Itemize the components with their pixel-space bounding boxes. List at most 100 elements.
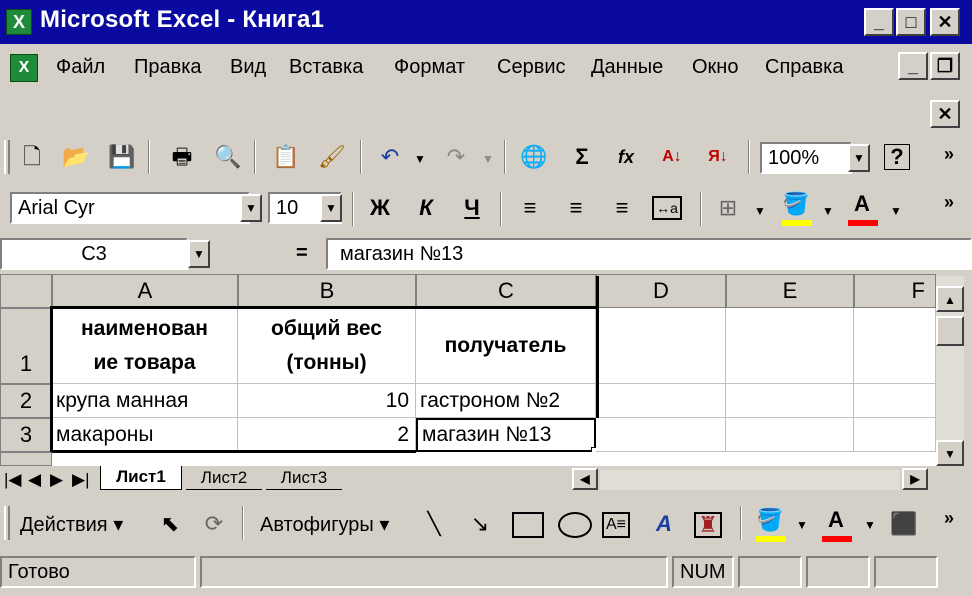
cell-d2[interactable] <box>596 384 726 418</box>
align-right-icon[interactable]: ≡ <box>606 192 638 224</box>
print-preview-icon[interactable]: 🔍 <box>212 141 244 173</box>
maximize-button[interactable]: □ <box>896 8 926 36</box>
column-header-c[interactable]: C <box>416 274 596 308</box>
cell-a3[interactable]: макароны <box>52 418 238 452</box>
document-icon[interactable]: X <box>10 54 38 82</box>
italic-button[interactable]: К <box>410 192 442 224</box>
doc-close-button[interactable]: ✕ <box>930 100 960 128</box>
borders-dropdown-icon[interactable]: ▼ <box>754 204 766 218</box>
h-scroll-left-button[interactable]: ◀ <box>572 468 598 490</box>
tab-scroll-prev-icon[interactable]: ◀ <box>28 470 41 490</box>
cell-b2[interactable]: 10 <box>238 384 416 418</box>
draw-fill-dropdown-icon[interactable]: ▼ <box>796 518 808 532</box>
scroll-down-button[interactable]: ▼ <box>936 440 964 466</box>
font-color-dropdown-icon[interactable]: ▼ <box>890 204 902 218</box>
tab-sheet2[interactable]: Лист2 <box>186 468 262 490</box>
close-button[interactable]: ✕ <box>930 8 960 36</box>
doc-restore-button[interactable]: ❐ <box>930 52 960 80</box>
oval-icon[interactable] <box>558 512 592 538</box>
menu-file[interactable]: Файл <box>56 56 105 79</box>
autosum-icon[interactable]: Σ <box>566 141 598 173</box>
cell-b3[interactable]: 2 <box>238 418 416 452</box>
cell-a1[interactable]: наименован ие товара <box>52 308 238 384</box>
tab-sheet3[interactable]: Лист3 <box>266 468 342 490</box>
bold-button[interactable]: Ж <box>364 192 396 224</box>
arrow-icon[interactable]: ↘ <box>464 508 496 540</box>
menu-data[interactable]: Данные <box>591 56 663 79</box>
cell-c3-active[interactable]: магазин №13 <box>416 418 596 452</box>
redo-icon[interactable]: ↷ <box>440 141 472 173</box>
web-globe-icon[interactable]: 🌐 <box>518 141 550 173</box>
select-objects-icon[interactable]: ⬉ <box>154 508 186 540</box>
formula-equals-button[interactable]: = <box>296 242 308 265</box>
column-header-d[interactable]: D <box>596 274 726 308</box>
vertical-scrollbar[interactable]: ▲ ▼ <box>936 276 964 466</box>
align-left-icon[interactable]: ≡ <box>514 192 546 224</box>
borders-icon[interactable]: ⊞ <box>712 192 744 224</box>
cell-f2[interactable] <box>854 384 936 418</box>
tab-scroll-first-icon[interactable]: |◀ <box>4 470 22 490</box>
menu-tools[interactable]: Сервис <box>497 56 566 79</box>
tab-sheet1[interactable]: Лист1 <box>100 466 182 490</box>
h-scroll-right-button[interactable]: ▶ <box>902 468 928 490</box>
row-header-1[interactable]: 1 <box>0 308 52 384</box>
draw-actions-menu[interactable]: Действия ▾ <box>20 512 123 537</box>
toolbar-grip[interactable] <box>4 506 10 540</box>
format-painter-icon[interactable]: 🖌 <box>316 141 348 173</box>
cell-d3[interactable] <box>596 418 726 452</box>
excel-app-icon[interactable]: X <box>6 9 32 35</box>
font-color-icon[interactable]: A <box>846 188 878 220</box>
save-icon[interactable]: 💾 <box>106 141 138 173</box>
column-header-f[interactable]: F <box>854 274 936 308</box>
cell-d1[interactable] <box>596 308 726 384</box>
menu-view[interactable]: Вид <box>230 56 266 79</box>
font-name-combo[interactable]: Arial Cyr <box>10 192 250 224</box>
sort-ascending-icon[interactable]: А↓ <box>656 141 688 173</box>
tab-scroll-last-icon[interactable]: ▶| <box>72 470 90 490</box>
column-header-e[interactable]: E <box>726 274 854 308</box>
cell-f1[interactable] <box>854 308 936 384</box>
formula-input[interactable]: магазин №13 <box>326 238 972 270</box>
free-rotate-icon[interactable]: ⟳ <box>198 508 230 540</box>
zoom-dropdown-button[interactable]: ▼ <box>848 144 870 172</box>
doc-minimize-button[interactable]: _ <box>898 52 928 80</box>
fill-color-dropdown-icon[interactable]: ▼ <box>822 204 834 218</box>
function-icon[interactable]: fx <box>610 141 642 173</box>
cell-e1[interactable] <box>726 308 854 384</box>
name-box[interactable]: C3 <box>0 238 188 270</box>
undo-icon[interactable]: ↶ <box>374 141 406 173</box>
merge-center-icon[interactable]: ↔a <box>652 196 682 220</box>
paste-icon[interactable]: 📋 <box>270 141 302 173</box>
redo-dropdown-icon[interactable]: ▼ <box>482 152 494 166</box>
line-icon[interactable]: ╲ <box>418 508 450 540</box>
autoshapes-menu[interactable]: Автофигуры ▾ <box>260 512 389 537</box>
menu-edit[interactable]: Правка <box>134 56 202 79</box>
align-center-icon[interactable]: ≡ <box>560 192 592 224</box>
toolbar-overflow-icon[interactable]: » <box>944 192 954 213</box>
menu-format[interactable]: Формат <box>394 56 465 79</box>
cell-e3[interactable] <box>726 418 854 452</box>
menu-insert[interactable]: Вставка <box>289 56 363 79</box>
clipart-icon[interactable]: ♜ <box>694 512 722 538</box>
toolbar-overflow-icon[interactable]: » <box>944 508 954 529</box>
open-folder-icon[interactable]: 📂 <box>60 141 92 173</box>
row-header-2[interactable]: 2 <box>0 384 52 418</box>
toolbar-grip[interactable] <box>4 140 10 174</box>
sort-descending-icon[interactable]: Я↓ <box>702 141 734 173</box>
row-header-4[interactable] <box>0 452 52 466</box>
cell-f3[interactable] <box>854 418 936 452</box>
minimize-button[interactable]: _ <box>864 8 894 36</box>
menu-help[interactable]: Справка <box>765 56 843 79</box>
horizontal-scrollbar[interactable] <box>600 470 900 490</box>
underline-button[interactable]: Ч <box>456 192 488 224</box>
new-document-icon[interactable]: 🗋 <box>16 141 48 173</box>
menu-window[interactable]: Окно <box>692 56 738 79</box>
name-box-dropdown-button[interactable]: ▼ <box>188 240 210 268</box>
wordart-icon[interactable]: A <box>648 508 680 540</box>
zoom-combo[interactable]: 100% <box>760 142 852 174</box>
font-size-dropdown-button[interactable]: ▼ <box>320 194 342 222</box>
scroll-thumb[interactable] <box>936 316 964 346</box>
column-header-a[interactable]: A <box>52 274 238 308</box>
font-name-dropdown-button[interactable]: ▼ <box>240 194 262 222</box>
help-icon[interactable]: ? <box>884 144 910 170</box>
